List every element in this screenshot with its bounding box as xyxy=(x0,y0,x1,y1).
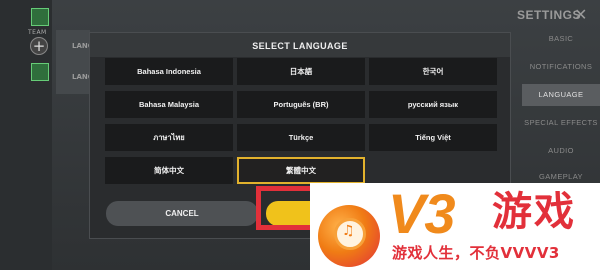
tab-audio[interactable]: AUDIO xyxy=(522,140,600,162)
teammate-avatar[interactable] xyxy=(31,63,49,81)
background-settings-panel xyxy=(56,30,90,94)
add-teammate-button[interactable]: + xyxy=(30,37,48,55)
language-option[interactable]: Tiếng Việt xyxy=(369,124,497,151)
language-option[interactable]: 日本語 xyxy=(237,58,365,85)
music-note-icon: ♫ xyxy=(342,223,355,239)
language-option[interactable]: Türkçe xyxy=(237,124,365,151)
dialog-title: SELECT LANGUAGE xyxy=(90,33,510,57)
language-option[interactable]: Português (BR) xyxy=(237,91,365,118)
language-option-selected[interactable]: 繁體中文 xyxy=(237,157,365,184)
tab-notifications[interactable]: NOTIFICATIONS xyxy=(522,56,600,78)
close-icon[interactable]: ✕ xyxy=(574,5,587,24)
watermark-brand: V3 xyxy=(388,182,455,245)
highlight-box xyxy=(256,186,316,230)
language-option[interactable]: русский язык xyxy=(369,91,497,118)
settings-title: SETTINGS xyxy=(517,8,582,22)
language-option[interactable]: ภาษาไทย xyxy=(105,124,233,151)
language-option[interactable]: Bahasa Malaysia xyxy=(105,91,233,118)
language-option[interactable]: 한국어 xyxy=(369,58,497,85)
watermark-brand-cn: 游戏 xyxy=(492,189,576,235)
cancel-button[interactable]: CANCEL xyxy=(106,201,258,226)
language-option[interactable]: 简体中文 xyxy=(105,157,233,184)
language-option[interactable]: Bahasa Indonesia xyxy=(105,58,233,85)
team-label: TEAM xyxy=(28,29,47,36)
watermark-slogan: 游戏人生，不负VVVV3 xyxy=(392,244,560,262)
team-member-avatar[interactable] xyxy=(31,8,49,26)
team-sidebar: TEAM + xyxy=(0,0,52,270)
tab-special-effects[interactable]: SPECIAL EFFECTS xyxy=(522,112,600,134)
tab-basic[interactable]: BASIC xyxy=(522,28,600,50)
tab-language[interactable]: LANGUAGE xyxy=(522,84,600,106)
